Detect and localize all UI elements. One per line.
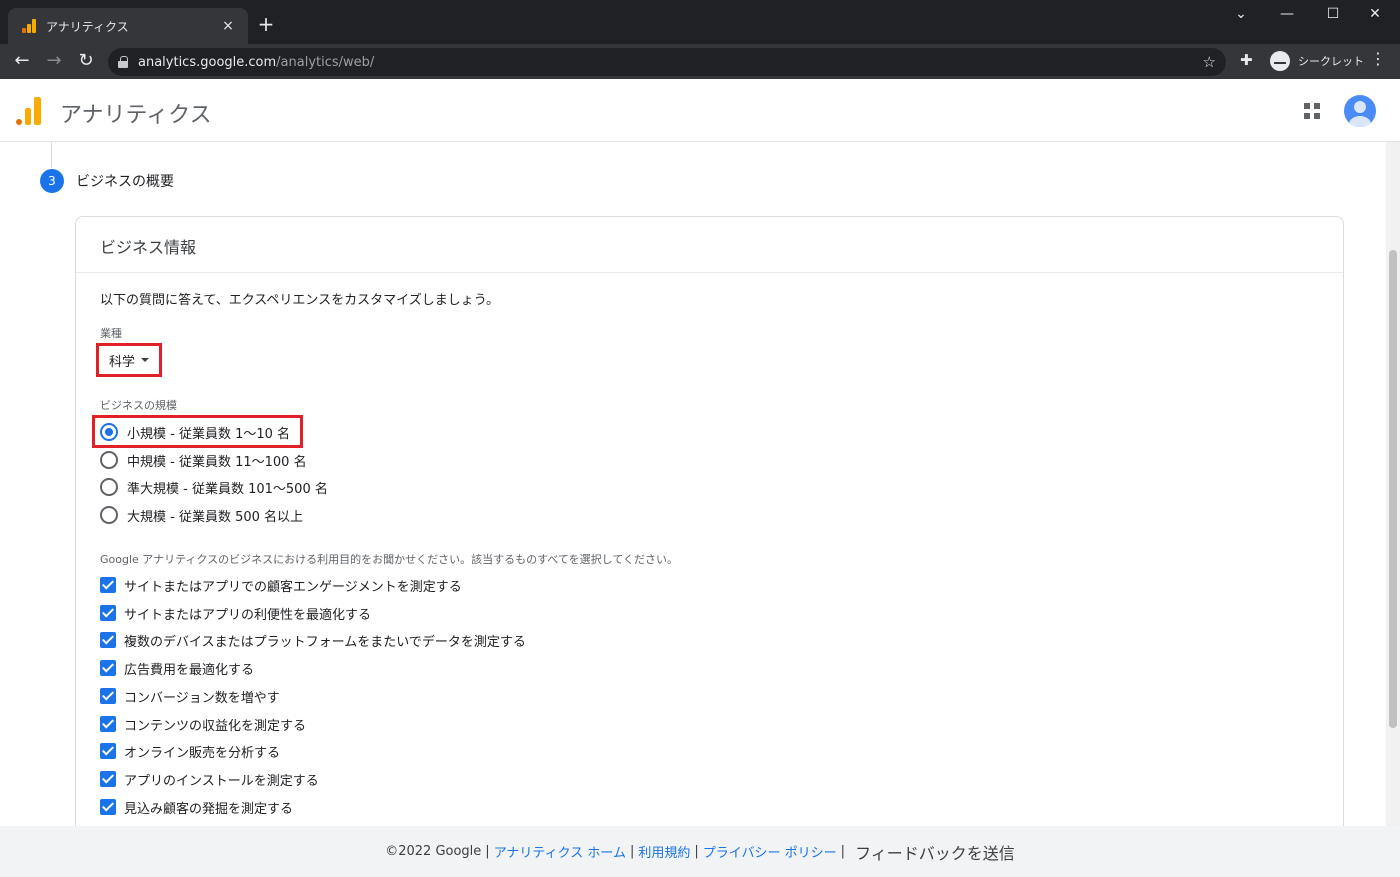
minimize-button[interactable]: — [1264, 6, 1310, 22]
industry-select[interactable]: 科学 [96, 343, 163, 377]
checkbox-label: 見込み顧客の発掘を測定する [124, 801, 294, 817]
radio-label: 中規模 - 従業員数 11〜100 名 [127, 454, 307, 470]
copyright: ©2022 Google [385, 844, 482, 859]
apps-grid-icon[interactable] [1304, 103, 1320, 119]
purpose-question: Google アナリティクスのビジネスにおける利用目的をお聞かせください。該当す… [100, 553, 678, 566]
close-tab-icon[interactable]: × [218, 18, 238, 34]
browser-tab-bar: アナリティクス × + ⌄ — ☐ ✕ [0, 0, 1400, 44]
reload-icon[interactable]: ↻ [74, 49, 98, 73]
incognito-label: シークレット [1298, 55, 1364, 68]
purpose-option[interactable]: 見込み顧客の発掘を測定する [100, 797, 293, 817]
checkbox[interactable] [100, 660, 116, 676]
dropdown-caret-icon [141, 358, 150, 362]
size-option-medium[interactable]: 中規模 - 従業員数 11〜100 名 [100, 449, 307, 471]
checkbox[interactable] [100, 688, 116, 704]
extensions-icon[interactable]: ✚ [1240, 51, 1253, 69]
purpose-option[interactable]: 広告費用を最適化する [100, 658, 254, 678]
purpose-option[interactable]: 複数のデバイスまたはプラットフォームをまたいでデータを測定する [100, 630, 526, 650]
checkbox[interactable] [100, 743, 116, 759]
analytics-logo-icon[interactable] [16, 97, 42, 125]
address-bar[interactable]: analytics.google.com /analytics/web/ ☆ [108, 48, 1226, 76]
checkbox-label: コンバージョン数を増やす [124, 690, 280, 706]
radio-button[interactable] [100, 506, 118, 524]
app-header: アナリティクス [0, 79, 1400, 142]
purpose-option[interactable]: サイトまたはアプリの利便性を最適化する [100, 603, 371, 623]
footer: ©2022 Google | アナリティクス ホーム | 利用規約 | プライバ… [0, 826, 1400, 877]
new-tab-button[interactable]: + [256, 14, 276, 34]
industry-select-value: 科学 [109, 354, 136, 370]
checkbox-label: サイトまたはアプリでの顧客エンゲージメントを測定する [124, 579, 462, 595]
forward-icon[interactable]: → [42, 49, 66, 73]
send-feedback-link[interactable]: フィードバックを送信 [855, 840, 1015, 864]
footer-separator: | [630, 844, 635, 859]
radio-button[interactable] [100, 478, 118, 496]
card-title: ビジネス情報 [76, 217, 1343, 273]
business-size-label: ビジネスの規模 [100, 399, 177, 412]
scrollbar-thumb[interactable] [1389, 250, 1397, 728]
checkbox-label: オンライン販売を分析する [124, 745, 281, 761]
radio-label: 準大規模 - 従業員数 101〜500 名 [127, 481, 328, 497]
footer-separator: | [840, 844, 846, 859]
checkbox[interactable] [100, 605, 116, 621]
radio-label: 大規模 - 従業員数 500 名以上 [127, 509, 304, 525]
checkbox[interactable] [100, 716, 116, 732]
incognito-indicator[interactable]: シークレット [1266, 48, 1372, 74]
checkbox[interactable] [100, 577, 116, 593]
size-option-large[interactable]: 大規模 - 従業員数 500 名以上 [100, 504, 303, 526]
purpose-option[interactable]: コンテンツの収益化を測定する [100, 714, 306, 734]
purpose-option[interactable]: コンバージョン数を増やす [100, 686, 280, 706]
checkbox[interactable] [100, 632, 116, 648]
size-option-small[interactable]: 小規模 - 従業員数 1〜10 名 [100, 421, 290, 443]
more-icon[interactable]: ⋮ [1370, 49, 1386, 68]
footer-separator: | [485, 844, 490, 859]
purpose-option[interactable]: オンライン販売を分析する [100, 741, 280, 761]
checkbox-label: 広告費用を最適化する [124, 662, 255, 678]
checkbox-label: コンテンツの収益化を測定する [124, 718, 307, 734]
url-path: /analytics/web/ [276, 54, 375, 70]
industry-label: 業種 [100, 327, 122, 340]
checkbox[interactable] [100, 771, 116, 787]
browser-tab[interactable]: アナリティクス × [8, 8, 248, 44]
tab-title: アナリティクス [46, 19, 129, 34]
step-title: ビジネスの概要 [76, 174, 174, 190]
checkbox[interactable] [100, 799, 116, 815]
analytics-home-link[interactable]: アナリティクス ホーム [494, 842, 626, 861]
browser-toolbar: ← → ↻ analytics.google.com /analytics/we… [0, 44, 1400, 79]
incognito-icon [1270, 51, 1290, 71]
checkbox-label: サイトまたはアプリの利便性を最適化する [124, 607, 372, 623]
checkbox-label: 複数のデバイスまたはプラットフォームをまたいでデータを測定する [124, 634, 526, 650]
back-icon[interactable]: ← [10, 49, 34, 73]
step-connector [51, 142, 52, 168]
scrollbar[interactable] [1386, 142, 1400, 826]
avatar[interactable] [1344, 95, 1376, 127]
radio-button[interactable] [100, 451, 118, 469]
radio-button[interactable] [100, 423, 118, 441]
maximize-button[interactable]: ☐ [1310, 6, 1356, 22]
purpose-option[interactable]: アプリのインストールを測定する [100, 769, 319, 789]
radio-label: 小規模 - 従業員数 1〜10 名 [127, 426, 291, 442]
step-number-badge: 3 [40, 169, 64, 193]
purpose-option[interactable]: サイトまたはアプリでの顧客エンゲージメントを測定する [100, 575, 462, 595]
url-host: analytics.google.com [138, 54, 277, 70]
checkbox-label: アプリのインストールを測定する [124, 773, 319, 789]
terms-link[interactable]: 利用規約 [638, 842, 690, 861]
privacy-policy-link[interactable]: プライバシー ポリシー [703, 842, 837, 861]
lock-icon[interactable] [118, 56, 128, 68]
tab-search-icon[interactable]: ⌄ [1218, 6, 1264, 22]
intro-text: 以下の質問に答えて、エクスペリエンスをカスタマイズしましょう。 [100, 293, 499, 308]
close-window-button[interactable]: ✕ [1352, 6, 1398, 22]
app-title[interactable]: アナリティクス [60, 97, 212, 129]
star-icon[interactable]: ☆ [1203, 53, 1216, 71]
size-option-upper-medium[interactable]: 準大規模 - 従業員数 101〜500 名 [100, 476, 328, 498]
footer-separator: | [694, 844, 699, 859]
analytics-logo-icon [22, 19, 38, 33]
